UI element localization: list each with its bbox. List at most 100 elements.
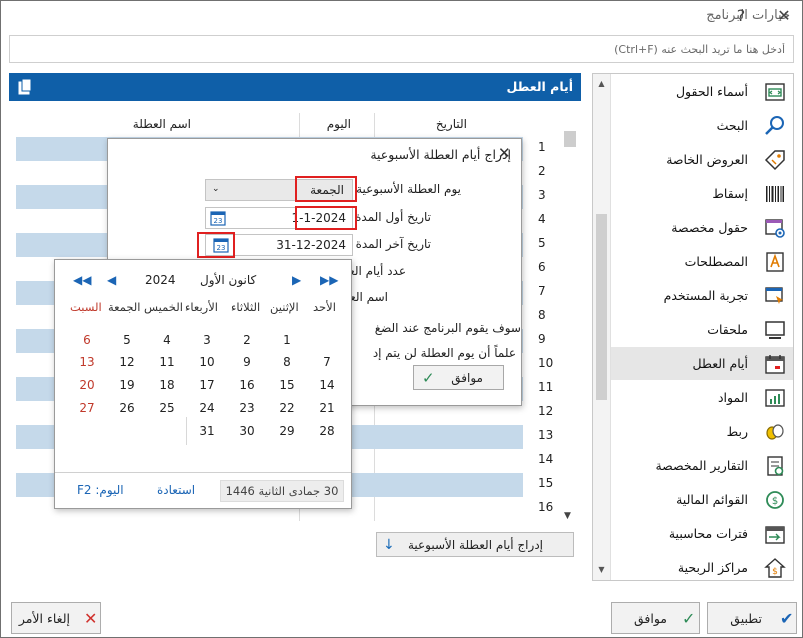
check-circle-icon: ✔ — [780, 609, 794, 628]
sidebar-scrollbar[interactable]: ▲ ▼ — [593, 74, 611, 580]
sidebar-item-field-names[interactable]: أسماء الحقول — [611, 75, 793, 108]
calendar-day[interactable]: 21 — [312, 401, 342, 415]
highlight-box — [295, 206, 357, 230]
previous-month-button[interactable]: ◀ — [107, 273, 116, 287]
sidebar-item-label: القوائم المالية — [676, 492, 748, 507]
sidebar-item-custom-fields[interactable]: حقول مخصصة — [611, 211, 793, 244]
sidebar-item-search[interactable]: البحث — [611, 109, 793, 142]
calendar-day[interactable]: 2 — [232, 333, 262, 347]
sidebar-item-projection[interactable]: إسقاط — [611, 177, 793, 210]
sidebar-item-attachments[interactable]: ملحقات — [611, 313, 793, 346]
apply-button[interactable]: تطبيق ✔ — [707, 602, 797, 634]
custom-reports-icon — [767, 456, 784, 476]
calendar-day[interactable]: 20 — [72, 378, 102, 392]
grid-scroll-thumb[interactable] — [564, 131, 576, 147]
calendar-day[interactable]: 13 — [72, 355, 102, 369]
svg-text:$: $ — [772, 567, 778, 577]
calendar-day[interactable]: 25 — [152, 401, 182, 415]
sidebar-item-terms[interactable]: المصطلحات — [611, 245, 793, 278]
calendar-month[interactable]: كانون الأول — [200, 273, 256, 287]
calendar-day[interactable]: 1 — [272, 333, 302, 347]
calendar-day[interactable]: 16 — [232, 378, 262, 392]
calendar-footer: 30 جمادى الثانية 1446 استعادة اليوم: F2 — [55, 472, 351, 508]
sidebar-item-materials[interactable]: المواد — [611, 381, 793, 414]
sidebar-item-user-experience[interactable]: تجربة المستخدم — [611, 279, 793, 312]
previous-year-button[interactable]: ◀◀ — [73, 273, 91, 287]
sidebar-item-holidays[interactable]: أيام العطل — [611, 347, 793, 380]
date-picker-popup: ◀◀ ◀ 2024 كانون الأول ▶ ▶▶ الأحد الإثنين… — [54, 259, 352, 509]
sidebar-item-label: التقارير المخصصة — [655, 458, 748, 473]
calendar-day[interactable]: 11 — [152, 355, 182, 369]
materials-chart-icon — [765, 389, 785, 407]
calendar-icon[interactable]: 23 — [210, 210, 226, 226]
sidebar-item-link[interactable]: ربط — [611, 415, 793, 448]
scroll-down-arrow[interactable]: ▼ — [593, 562, 610, 578]
dialog-ok-label: موافق — [451, 371, 483, 385]
calendar-day[interactable]: 12 — [112, 355, 142, 369]
cancel-button[interactable]: إلغاء الأمر ✕ — [11, 602, 101, 634]
calendar-day[interactable]: 30 — [232, 424, 262, 438]
calendar-day[interactable]: 23 — [232, 401, 262, 415]
calendar-day[interactable]: 10 — [192, 355, 222, 369]
apply-label: تطبيق — [730, 611, 762, 626]
insert-weekly-holidays-button[interactable]: إدراج أيام العطلة الأسبوعية ↓ — [376, 532, 574, 557]
next-month-button[interactable]: ▶ — [292, 273, 301, 287]
insert-weekly-holidays-label: إدراج أيام العطلة الأسبوعية — [407, 538, 543, 552]
sidebar-item-label: فترات محاسبية — [668, 526, 748, 541]
restore-link[interactable]: استعادة — [157, 483, 195, 497]
calendar-day[interactable]: 27 — [72, 401, 102, 415]
sidebar-item-profit-centers[interactable]: $ مراكز الربحية — [611, 551, 793, 584]
custom-fields-icon — [765, 219, 785, 238]
end-date-value: 31-12-2024 — [276, 238, 346, 252]
calendar-day[interactable]: 31 — [192, 424, 222, 438]
calendar-day[interactable]: 19 — [112, 378, 142, 392]
sidebar-item-special-offers[interactable]: العروض الخاصة — [611, 143, 793, 176]
sidebar-item-accounting-periods[interactable]: فترات محاسبية — [611, 517, 793, 550]
calendar-day[interactable]: 8 — [272, 355, 302, 369]
help-button[interactable]: ? — [728, 4, 754, 28]
sidebar-scroll-thumb[interactable] — [596, 214, 607, 400]
calendar-day[interactable]: 29 — [272, 424, 302, 438]
calendar-day[interactable]: 3 — [192, 333, 222, 347]
document-icon[interactable] — [17, 78, 33, 96]
check-icon: ✓ — [422, 369, 435, 387]
close-window-button[interactable]: ✕ — [771, 4, 797, 28]
calendar-day[interactable]: 22 — [272, 401, 302, 415]
column-header-date[interactable]: التاريخ — [436, 117, 467, 131]
grid-scrollbar[interactable]: ▼ — [563, 129, 577, 521]
options-sidebar: ▲ ▼ أسماء الحقول البحث العروض الخاصة إسق… — [592, 73, 794, 581]
calendar-day[interactable]: 9 — [232, 355, 262, 369]
next-year-button[interactable]: ▶▶ — [320, 273, 338, 287]
calendar-day[interactable]: 4 — [152, 333, 182, 347]
calendar-day[interactable]: 6 — [72, 333, 102, 347]
scroll-up-arrow[interactable]: ▲ — [593, 76, 610, 92]
calendar-day[interactable]: 26 — [112, 401, 142, 415]
calendar-year[interactable]: 2024 — [145, 273, 176, 287]
sidebar-item-financial-statements[interactable]: $ القوائم المالية — [611, 483, 793, 516]
calendar-day[interactable]: 18 — [152, 378, 182, 392]
scroll-down-arrow[interactable]: ▼ — [564, 511, 571, 521]
sidebar-item-label: ربط — [726, 424, 748, 439]
options-search-box[interactable] — [9, 35, 794, 63]
calendar-day[interactable]: 17 — [192, 378, 222, 392]
profit-centers-icon: $ — [764, 558, 786, 578]
sidebar-item-label: مراكز الربحية — [677, 560, 748, 575]
dialog-close-button[interactable]: ✕ — [498, 144, 511, 162]
calendar-divider — [186, 417, 187, 445]
column-header-day[interactable]: اليوم — [327, 117, 351, 131]
calendar-day[interactable]: 5 — [112, 333, 142, 347]
dialog-ok-button[interactable]: موافق ✓ — [413, 365, 504, 390]
program-options-window: خيارات البرنامج ? ✕ ▲ ▼ أسماء الحقول الب… — [0, 0, 803, 638]
search-input[interactable] — [10, 36, 793, 62]
calendar-day[interactable]: 24 — [192, 401, 222, 415]
calendar-day[interactable]: 14 — [312, 378, 342, 392]
today-link[interactable]: اليوم: F2 — [77, 483, 124, 497]
ok-button[interactable]: موافق ✓ — [611, 602, 700, 634]
calendar-day[interactable]: 7 — [312, 355, 342, 369]
search-icon — [765, 116, 784, 135]
column-header-holiday-name[interactable]: اسم العطلة — [133, 117, 191, 131]
calendar-day[interactable]: 15 — [272, 378, 302, 392]
sidebar-item-custom-reports[interactable]: التقارير المخصصة — [611, 449, 793, 482]
terms-icon — [766, 252, 784, 272]
calendar-day[interactable]: 28 — [312, 424, 342, 438]
